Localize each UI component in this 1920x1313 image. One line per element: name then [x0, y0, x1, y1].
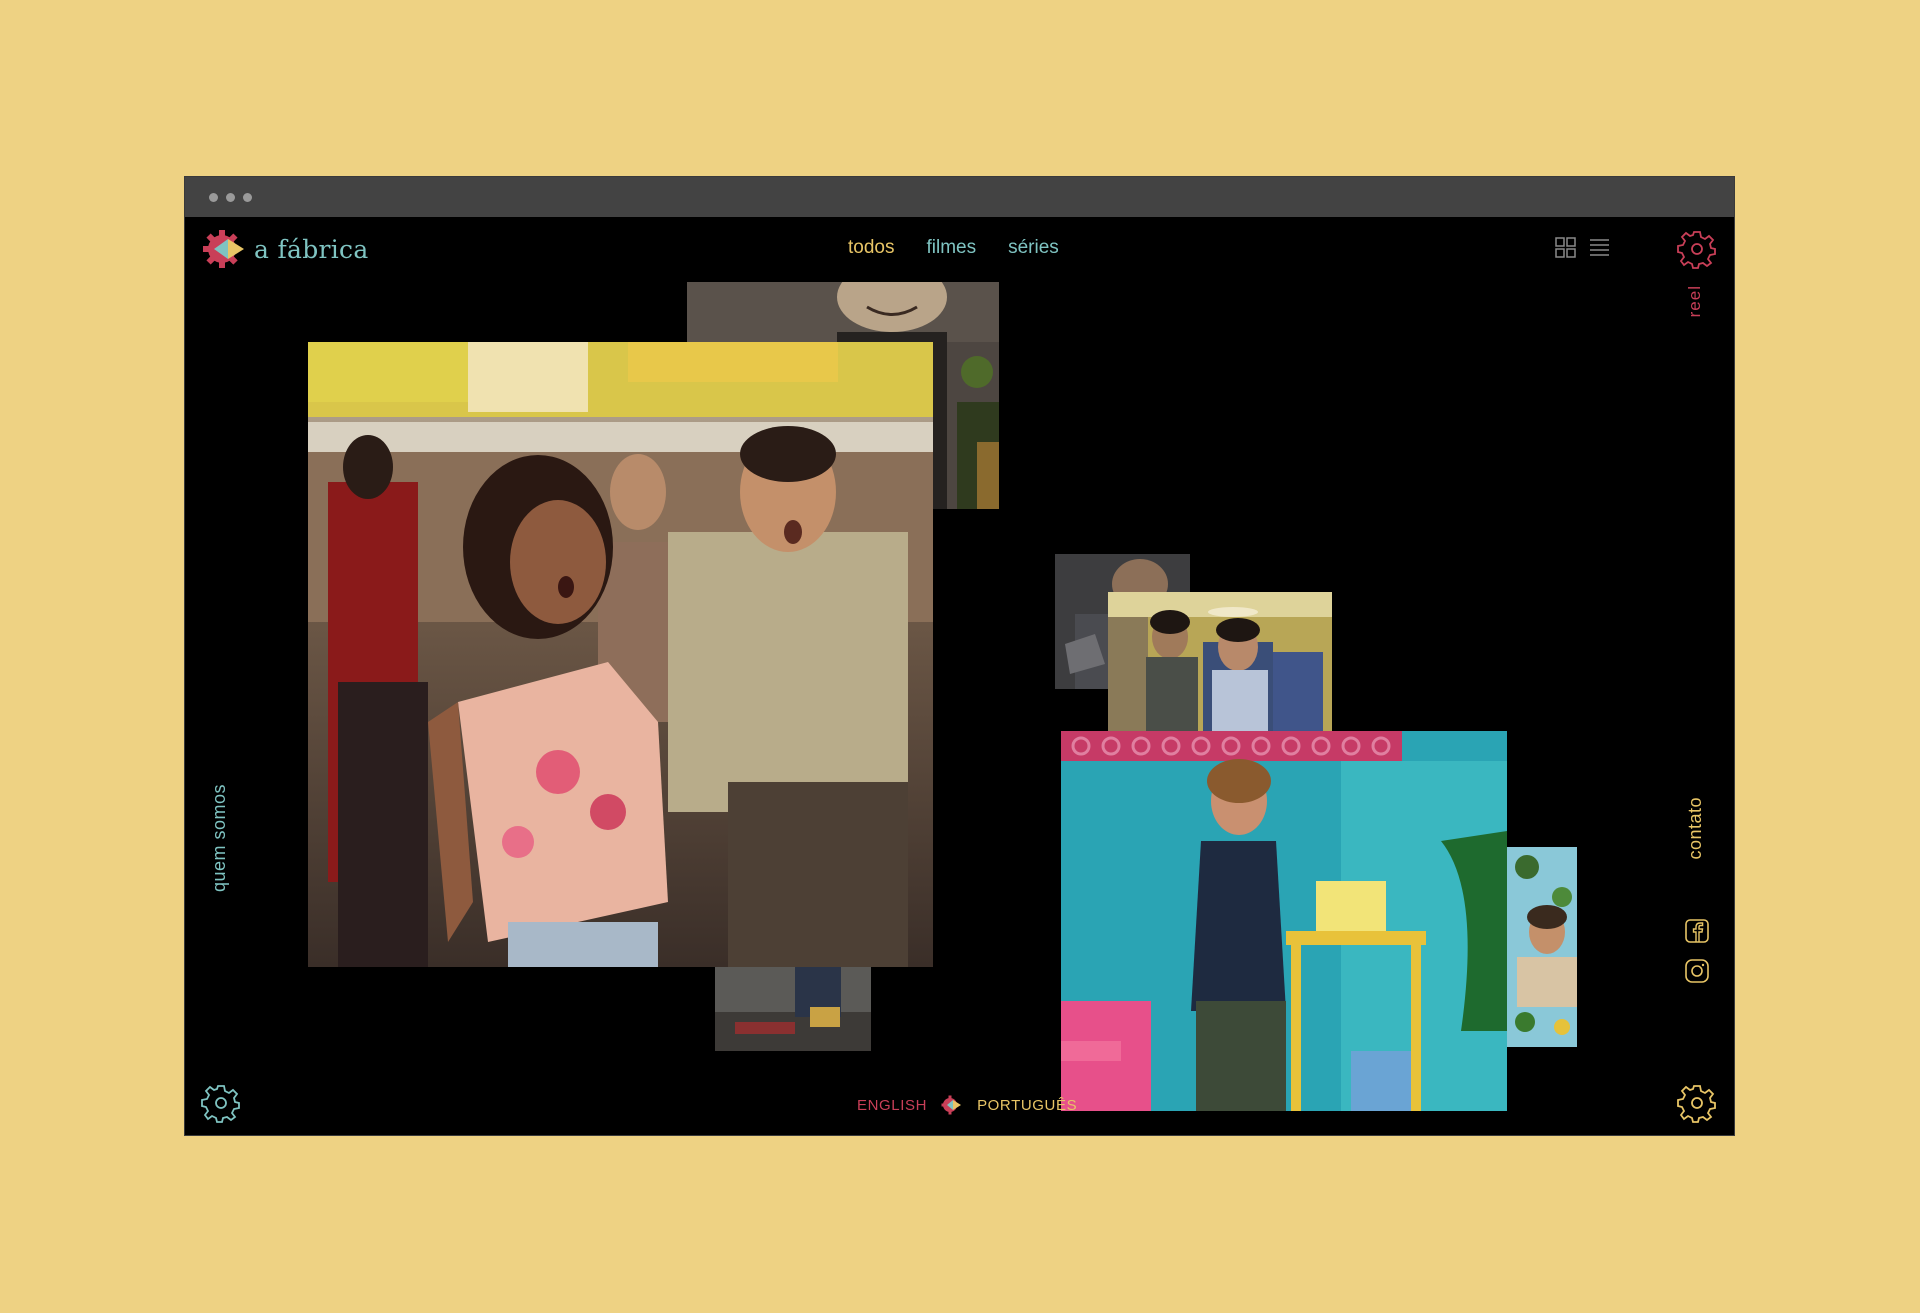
page-viewport: a fábrica todos filmes séries reel quem …	[185, 217, 1734, 1135]
reel-link[interactable]: reel	[1685, 285, 1705, 317]
window-dot[interactable]	[243, 193, 252, 202]
brand-name: a fábrica	[254, 234, 369, 264]
project-thumbnail[interactable]	[1507, 847, 1577, 1047]
view-toggle	[1555, 237, 1610, 258]
project-thumbnail[interactable]	[1108, 592, 1332, 734]
project-thumbnail[interactable]	[1061, 731, 1507, 1111]
lang-english[interactable]: ENGLISH	[857, 1097, 927, 1114]
lang-portugues[interactable]: PORTUGUÊS	[977, 1097, 1077, 1114]
photo-man-plates	[1507, 847, 1577, 1047]
photo-kitchen	[715, 967, 871, 1051]
window-dot[interactable]	[209, 193, 218, 202]
gear-icon[interactable]	[201, 1083, 241, 1123]
grid-view-icon[interactable]	[1555, 237, 1576, 258]
list-view-icon[interactable]	[1589, 237, 1610, 258]
category-nav: todos filmes séries	[848, 237, 1059, 259]
language-switcher: ENGLISH PORTUGUÊS	[857, 1095, 1077, 1115]
browser-titlebar	[185, 177, 1734, 217]
photo-supermarket-dance	[308, 342, 933, 967]
quem-somos-link[interactable]: quem somos	[209, 762, 230, 892]
gear-icon[interactable]	[1677, 229, 1717, 269]
nav-filmes[interactable]: filmes	[926, 237, 976, 259]
photo-woman-apron	[1061, 731, 1507, 1111]
logo-gear-icon	[203, 230, 244, 268]
facebook-icon[interactable]	[1684, 918, 1710, 944]
gear-icon[interactable]	[1677, 1083, 1717, 1123]
photo-two-guards	[1108, 592, 1332, 734]
browser-window: a fábrica todos filmes séries reel quem …	[185, 177, 1734, 1135]
window-dot[interactable]	[226, 193, 235, 202]
contato-link[interactable]: contato	[1685, 797, 1706, 860]
logo-gear-icon	[941, 1095, 962, 1115]
project-thumbnail[interactable]	[715, 967, 871, 1051]
instagram-icon[interactable]	[1684, 958, 1710, 984]
nav-todos[interactable]: todos	[848, 237, 894, 259]
social-links	[1684, 918, 1710, 984]
nav-series[interactable]: séries	[1008, 237, 1059, 259]
site-logo[interactable]: a fábrica	[202, 229, 369, 269]
featured-project-image[interactable]	[308, 342, 933, 967]
